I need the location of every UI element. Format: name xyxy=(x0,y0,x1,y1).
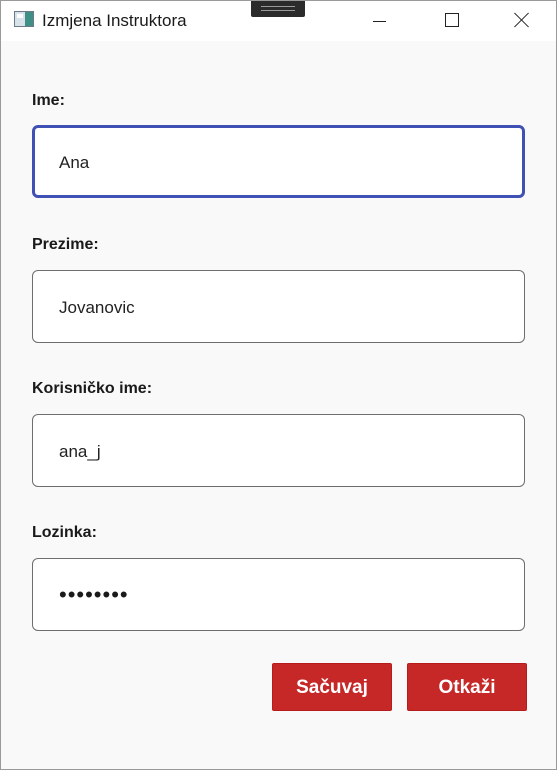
username-value: ana_j xyxy=(59,442,101,461)
last-name-value: Jovanovic xyxy=(59,298,135,317)
password-field[interactable]: •••••••• xyxy=(32,558,525,631)
title-bar[interactable]: Izmjena Instruktora xyxy=(1,1,556,41)
minimize-button[interactable] xyxy=(356,1,402,41)
close-button[interactable] xyxy=(499,1,545,41)
app-window-icon xyxy=(14,11,34,27)
maximize-icon xyxy=(445,13,459,27)
edit-instructor-window: Izmjena Instruktora Ime: Ana Prezime: Jo… xyxy=(0,0,557,770)
maximize-button[interactable] xyxy=(428,1,474,41)
password-value: •••••••• xyxy=(59,582,129,607)
first-name-value: Ana xyxy=(59,153,90,172)
save-button[interactable]: Sačuvaj xyxy=(272,663,392,711)
drag-handle[interactable] xyxy=(251,1,305,17)
window-title: Izmjena Instruktora xyxy=(42,11,187,30)
first-name-field[interactable]: Ana xyxy=(32,125,525,198)
minimize-icon xyxy=(373,21,386,22)
username-label: Korisničko ime: xyxy=(32,380,153,397)
username-field[interactable]: ana_j xyxy=(32,414,525,487)
last-name-label: Prezime: xyxy=(32,236,99,253)
cancel-button[interactable]: Otkaži xyxy=(407,663,527,711)
close-icon xyxy=(514,12,530,28)
last-name-field[interactable]: Jovanovic xyxy=(32,270,525,343)
password-label: Lozinka: xyxy=(32,524,97,541)
first-name-label: Ime: xyxy=(32,92,65,109)
